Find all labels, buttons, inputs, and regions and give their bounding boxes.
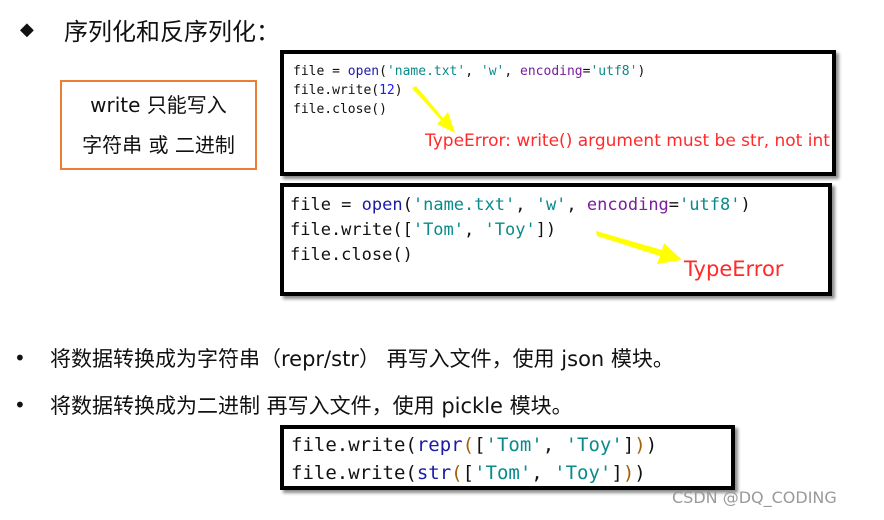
code-token: str bbox=[416, 462, 452, 484]
code-token: 'Tom' bbox=[485, 434, 543, 456]
code-token: , bbox=[542, 434, 566, 456]
code-token: 'Toy' bbox=[565, 434, 623, 456]
code-token: file.write( bbox=[291, 462, 417, 484]
code-token: ( bbox=[451, 462, 463, 484]
code-token: 'Tom' bbox=[474, 462, 532, 484]
code-token: ] bbox=[611, 462, 623, 484]
bullet-icon: • bbox=[14, 393, 26, 417]
code-token: ) bbox=[634, 462, 646, 484]
bullet-text: 将数据转换成为二进制 再写入文件，使用 pickle 模块。 bbox=[50, 394, 573, 418]
code-token: 'Toy' bbox=[554, 462, 612, 484]
code-token: file.write( bbox=[291, 434, 417, 456]
bullet-item-json: • 将数据转换成为字符串（repr/str） 再写入文件，使用 json 模块。 bbox=[14, 343, 674, 373]
code-token: [ bbox=[474, 434, 486, 456]
code-token: repr bbox=[416, 434, 463, 456]
code-token: ) bbox=[634, 434, 646, 456]
arrow-1-icon bbox=[412, 86, 455, 133]
bullet-item-pickle: • 将数据转换成为二进制 再写入文件，使用 pickle 模块。 bbox=[14, 390, 573, 420]
bullet-text: 将数据转换成为字符串（repr/str） 再写入文件，使用 json 模块。 bbox=[50, 347, 674, 371]
code-token: , bbox=[531, 462, 555, 484]
code-token: ) bbox=[645, 434, 658, 456]
code-token: ] bbox=[622, 434, 635, 456]
bullet-icon: • bbox=[14, 346, 26, 370]
code-line: file.write(repr(['Tom', 'Toy'])) bbox=[291, 431, 731, 459]
arrow-2-icon bbox=[596, 231, 682, 264]
code-block-3: file.write(repr(['Tom', 'Toy'])) file.wri… bbox=[280, 425, 735, 490]
watermark: CSDN @DQ_CODING bbox=[672, 488, 837, 507]
code-token: ( bbox=[462, 434, 475, 456]
code-token: [ bbox=[462, 462, 475, 484]
code-token: ) bbox=[622, 462, 635, 484]
code-line: file.write(str(['Tom', 'Toy'])) bbox=[291, 459, 731, 487]
